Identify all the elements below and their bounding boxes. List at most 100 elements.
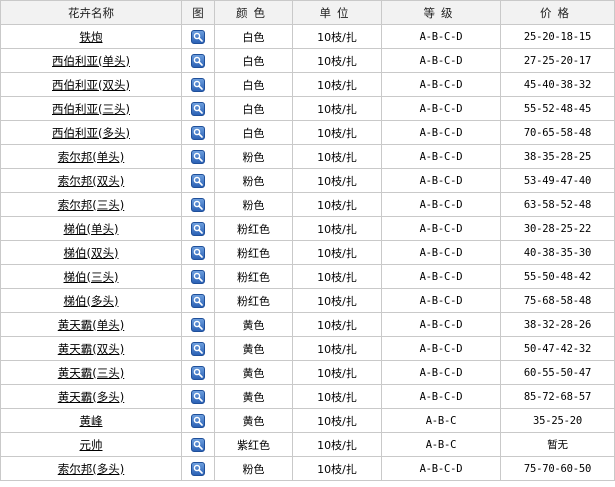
magnifier-icon[interactable] — [191, 461, 205, 476]
cell-color: 白色 — [214, 24, 293, 49]
cell-grade: A-B-C-D — [381, 264, 501, 289]
cell-name: 黄天霸(多头) — [0, 384, 182, 409]
cell-unit: 10枝/扎 — [292, 408, 382, 433]
magnifier-icon[interactable] — [191, 29, 205, 44]
flower-name-link[interactable]: 黄峰 — [80, 414, 103, 428]
cell-name: 梯伯(三头) — [0, 264, 182, 289]
cell-image — [181, 264, 215, 289]
magnifier-icon[interactable] — [191, 53, 205, 68]
flower-name-link[interactable]: 黄天霸(多头) — [58, 390, 124, 404]
flower-name-link[interactable]: 元帅 — [80, 438, 103, 452]
cell-color: 粉色 — [214, 456, 293, 481]
cell-name: 梯伯(双头) — [0, 240, 182, 265]
cell-color: 粉红色 — [214, 240, 293, 265]
cell-grade: A-B-C-D — [381, 288, 501, 313]
magnifier-icon[interactable] — [191, 221, 205, 236]
cell-image — [181, 360, 215, 385]
table-row: 西伯利亚(多头) 白色 10枝/扎 A-B-C-D 70-65-58-48 — [0, 120, 615, 145]
cell-color: 黄色 — [214, 360, 293, 385]
flower-name-link[interactable]: 梯伯(单头) — [64, 222, 119, 236]
magnifier-icon[interactable] — [191, 389, 205, 404]
cell-image — [181, 72, 215, 97]
magnifier-icon[interactable] — [191, 365, 205, 380]
magnifier-icon[interactable] — [191, 317, 205, 332]
magnifier-icon[interactable] — [191, 77, 205, 92]
cell-color: 粉色 — [214, 192, 293, 217]
magnifier-icon[interactable] — [191, 413, 205, 428]
flower-name-link[interactable]: 黄天霸(双头) — [58, 342, 124, 356]
magnifier-icon[interactable] — [191, 149, 205, 164]
cell-color: 紫红色 — [214, 432, 293, 457]
cell-color: 粉红色 — [214, 264, 293, 289]
cell-unit: 10枝/扎 — [292, 384, 382, 409]
magnifier-icon[interactable] — [191, 245, 205, 260]
magnifier-icon[interactable] — [191, 101, 205, 116]
cell-name: 西伯利亚(单头) — [0, 48, 182, 73]
cell-color: 黄色 — [214, 408, 293, 433]
table-row: 黄峰 黄色 10枝/扎 A-B-C 35-25-20 — [0, 408, 615, 433]
flower-name-link[interactable]: 西伯利亚(多头) — [52, 126, 130, 140]
flower-name-link[interactable]: 黄天霸(三头) — [58, 366, 124, 380]
cell-color: 白色 — [214, 48, 293, 73]
cell-grade: A-B-C — [381, 432, 501, 457]
cell-price: 75-68-58-48 — [500, 288, 615, 313]
flower-name-link[interactable]: 黄天霸(单头) — [58, 318, 124, 332]
flower-name-link[interactable]: 西伯利亚(单头) — [52, 54, 130, 68]
magnifier-icon[interactable] — [191, 197, 205, 212]
cell-grade: A-B-C-D — [381, 312, 501, 337]
cell-name: 梯伯(多头) — [0, 288, 182, 313]
flower-name-link[interactable]: 梯伯(三头) — [64, 270, 119, 284]
cell-name: 索尔邦(多头) — [0, 456, 182, 481]
flower-name-link[interactable]: 梯伯(多头) — [64, 294, 119, 308]
table-row: 索尔邦(双头) 粉色 10枝/扎 A-B-C-D 53-49-47-40 — [0, 168, 615, 193]
cell-image — [181, 336, 215, 361]
table-row: 索尔邦(多头) 粉色 10枝/扎 A-B-C-D 75-70-60-50 — [0, 456, 615, 481]
cell-name: 铁炮 — [0, 24, 182, 49]
cell-image — [181, 96, 215, 121]
cell-price: 63-58-52-48 — [500, 192, 615, 217]
cell-unit: 10枝/扎 — [292, 24, 382, 49]
cell-price: 53-49-47-40 — [500, 168, 615, 193]
flower-name-link[interactable]: 西伯利亚(三头) — [52, 102, 130, 116]
cell-image — [181, 456, 215, 481]
cell-color: 白色 — [214, 120, 293, 145]
cell-grade: A-B-C-D — [381, 336, 501, 361]
cell-image — [181, 168, 215, 193]
flower-name-link[interactable]: 索尔邦(单头) — [58, 150, 124, 164]
cell-price: 85-72-68-57 — [500, 384, 615, 409]
cell-price: 40-38-35-30 — [500, 240, 615, 265]
table-row: 元帅 紫红色 10枝/扎 A-B-C 暂无 — [0, 432, 615, 457]
cell-name: 西伯利亚(多头) — [0, 120, 182, 145]
flower-name-link[interactable]: 索尔邦(双头) — [58, 174, 124, 188]
flower-name-link[interactable]: 西伯利亚(双头) — [52, 78, 130, 92]
cell-unit: 10枝/扎 — [292, 72, 382, 97]
cell-unit: 10枝/扎 — [292, 168, 382, 193]
cell-unit: 10枝/扎 — [292, 120, 382, 145]
magnifier-icon[interactable] — [191, 341, 205, 356]
cell-image — [181, 432, 215, 457]
magnifier-icon[interactable] — [191, 173, 205, 188]
flower-price-table: 花卉名称 图 颜色 单位 等级 价格 铁炮 白色 10枝/扎 A-B-C-D 2… — [0, 0, 615, 481]
cell-name: 西伯利亚(双头) — [0, 72, 182, 97]
cell-color: 粉色 — [214, 168, 293, 193]
magnifier-icon[interactable] — [191, 125, 205, 140]
cell-image — [181, 120, 215, 145]
flower-name-link[interactable]: 索尔邦(三头) — [58, 198, 124, 212]
table-row: 梯伯(三头) 粉红色 10枝/扎 A-B-C-D 55-50-48-42 — [0, 264, 615, 289]
flower-name-link[interactable]: 索尔邦(多头) — [58, 462, 124, 476]
cell-grade: A-B-C-D — [381, 216, 501, 241]
header-row: 花卉名称 图 颜色 单位 等级 价格 — [0, 0, 615, 25]
cell-grade: A-B-C — [381, 408, 501, 433]
cell-grade: A-B-C-D — [381, 72, 501, 97]
magnifier-icon[interactable] — [191, 269, 205, 284]
table-row: 黄天霸(单头) 黄色 10枝/扎 A-B-C-D 38-32-28-26 — [0, 312, 615, 337]
table-row: 西伯利亚(双头) 白色 10枝/扎 A-B-C-D 45-40-38-32 — [0, 72, 615, 97]
flower-name-link[interactable]: 铁炮 — [80, 30, 103, 44]
cell-image — [181, 144, 215, 169]
cell-price: 30-28-25-22 — [500, 216, 615, 241]
magnifier-icon[interactable] — [191, 437, 205, 452]
table-row: 铁炮 白色 10枝/扎 A-B-C-D 25-20-18-15 — [0, 24, 615, 49]
flower-name-link[interactable]: 梯伯(双头) — [64, 246, 119, 260]
magnifier-icon[interactable] — [191, 293, 205, 308]
table-row: 西伯利亚(三头) 白色 10枝/扎 A-B-C-D 55-52-48-45 — [0, 96, 615, 121]
